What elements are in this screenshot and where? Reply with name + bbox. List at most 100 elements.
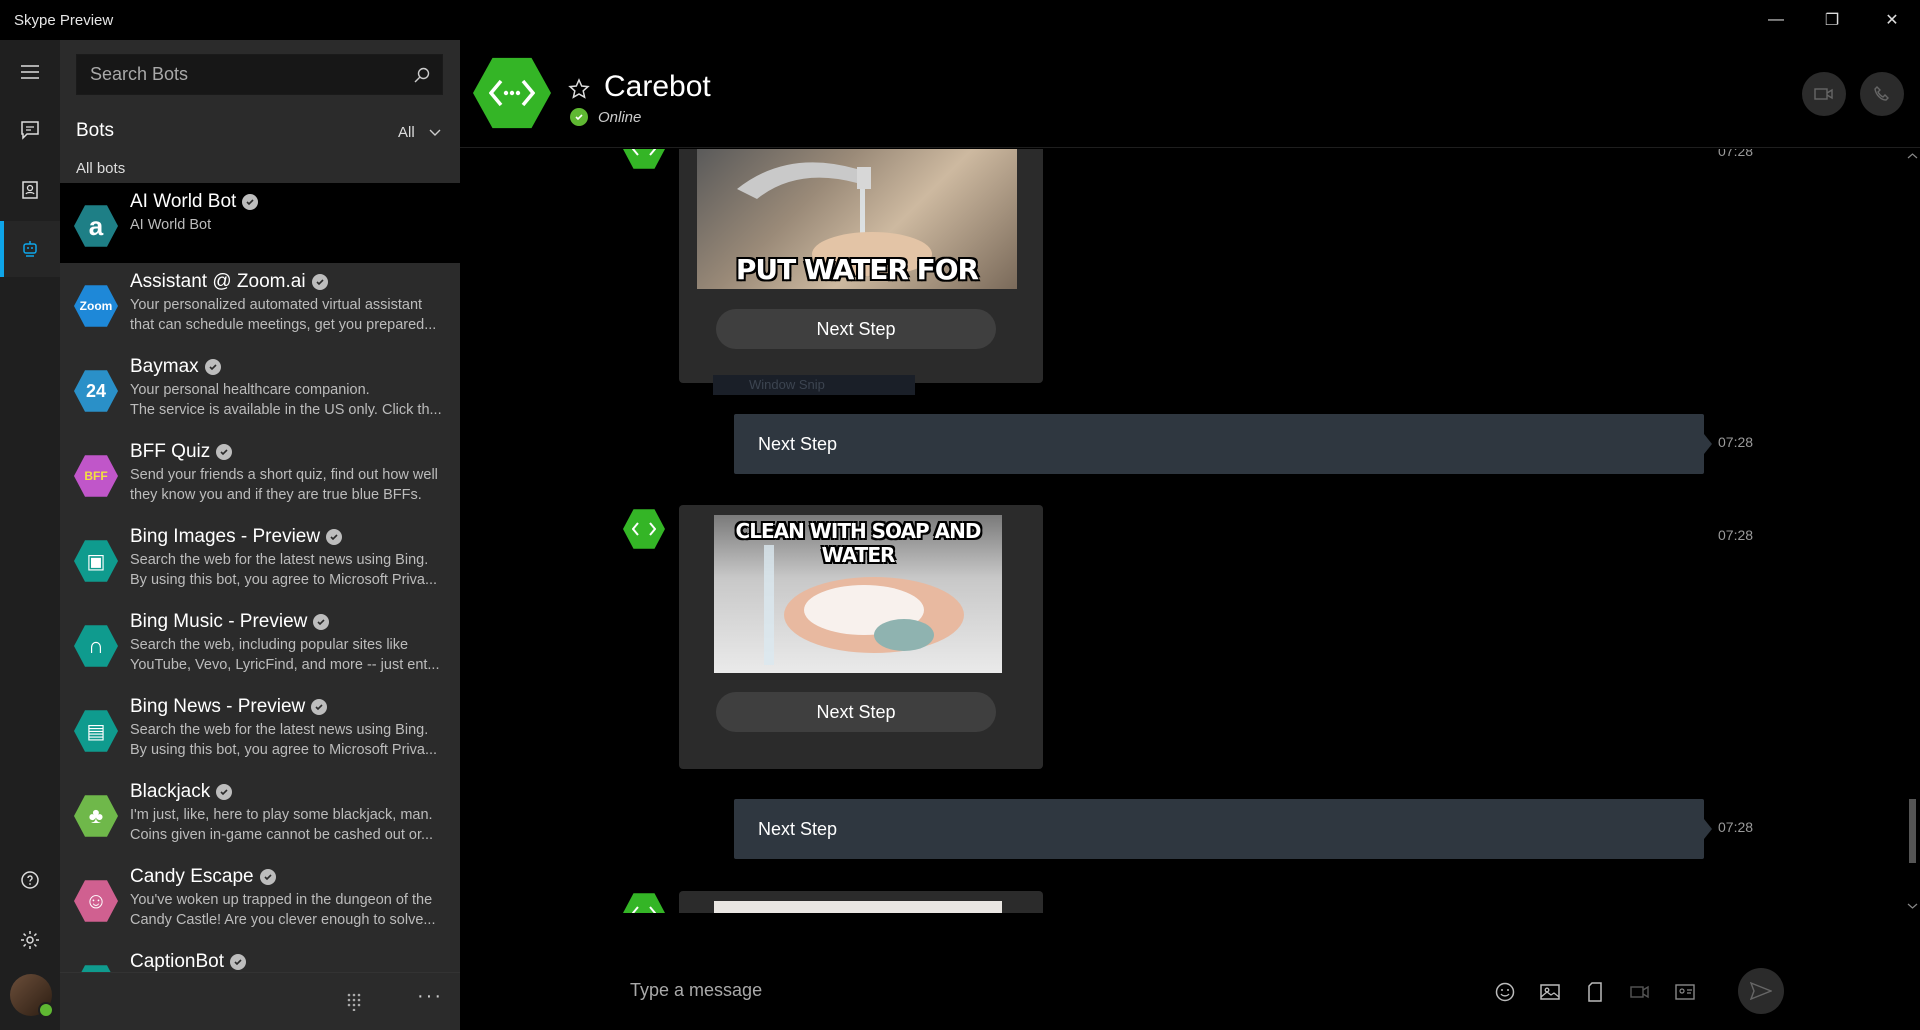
emoji-icon bbox=[1495, 982, 1515, 1002]
bot-avatar: BFF bbox=[74, 455, 118, 497]
minimize-button[interactable]: — bbox=[1748, 0, 1804, 40]
bot-message-avatar bbox=[623, 509, 665, 549]
compose-bar bbox=[460, 950, 1920, 1030]
code-brackets-icon bbox=[632, 906, 656, 913]
message-input[interactable] bbox=[630, 980, 1430, 1001]
bot-description-line: Send your friends a short quiz, find out… bbox=[130, 467, 438, 483]
bot-item-candy-escape[interactable]: ☺ Candy Escape You've woken up trapped i… bbox=[60, 858, 460, 943]
conversation-header: Carebot Online bbox=[460, 40, 1920, 148]
send-image-button[interactable] bbox=[1538, 980, 1562, 1004]
verified-icon bbox=[259, 869, 276, 885]
restore-button[interactable]: ❐ bbox=[1804, 0, 1860, 40]
bot-name-text: Baymax bbox=[130, 356, 199, 377]
filter-label: All bbox=[398, 124, 415, 141]
next-step-button[interactable]: Next Step bbox=[716, 692, 996, 732]
menu-button[interactable] bbox=[0, 44, 60, 100]
verified-icon bbox=[204, 359, 221, 375]
search-input[interactable] bbox=[90, 64, 390, 85]
bot-name-text: Blackjack bbox=[130, 781, 211, 802]
sent-message[interactable]: Next Step bbox=[734, 799, 1712, 859]
scroll-thumb[interactable] bbox=[1909, 799, 1916, 863]
message-timestamp: 07:28 bbox=[1718, 434, 1754, 450]
bot-description: Search the web for the latest news using… bbox=[130, 550, 450, 590]
bot-name: Bing Music - Preview bbox=[130, 611, 330, 633]
bot-item-ai-world-bot[interactable]: a AI World Bot AI World Bot bbox=[60, 183, 460, 263]
send-file-button[interactable] bbox=[1583, 980, 1607, 1004]
send-icon bbox=[1750, 982, 1772, 1000]
bot-description: Send your friends a short quiz, find out… bbox=[130, 465, 450, 505]
carebot-avatar[interactable] bbox=[473, 57, 551, 129]
bot-item-baymax[interactable]: 24 Baymax Your personal healthcare compa… bbox=[60, 348, 460, 433]
bot-description: Your personal healthcare companion. The s… bbox=[130, 380, 450, 420]
scroll-down-icon[interactable] bbox=[1905, 901, 1920, 911]
card-image[interactable] bbox=[714, 901, 1002, 913]
card-caption: CLEAN WITH SOAP AND WATER bbox=[735, 519, 982, 567]
next-step-button[interactable]: Next Step bbox=[716, 309, 996, 349]
title-bar: Skype Preview — ❐ ✕ bbox=[0, 0, 1920, 40]
send-button[interactable] bbox=[1738, 968, 1784, 1014]
star-icon[interactable] bbox=[568, 78, 590, 100]
message-timestamp: 07:28 bbox=[1718, 149, 1754, 159]
bot-name: Bing News - Preview bbox=[130, 696, 328, 718]
my-status-indicator bbox=[38, 1002, 54, 1018]
close-button[interactable]: ✕ bbox=[1864, 0, 1920, 40]
more-options-button[interactable]: ··· bbox=[417, 985, 443, 1008]
bot-description-line: YouTube, Vevo, LyricFind, and more -- ju… bbox=[130, 657, 440, 673]
bot-name-text: CaptionBot bbox=[130, 951, 225, 972]
bot-item-bing-music[interactable]: ∩ Bing Music - Preview Search the web, i… bbox=[60, 603, 460, 688]
bot-item-bff-quiz[interactable]: BFF BFF Quiz Send your friends a short q… bbox=[60, 433, 460, 518]
help-button[interactable] bbox=[0, 852, 60, 908]
message-scrollbar[interactable] bbox=[1905, 149, 1920, 913]
bot-name-text: Bing Images - Preview bbox=[130, 526, 321, 547]
bot-description: Search the web, including popular sites … bbox=[130, 635, 450, 675]
image-icon bbox=[1540, 984, 1560, 1000]
bot-item-blackjack[interactable]: ♣ Blackjack I'm just, like, here to play… bbox=[60, 773, 460, 858]
bots-button[interactable] bbox=[0, 221, 60, 277]
bot-name-text: Assistant @ Zoom.ai bbox=[130, 271, 306, 292]
bot-avatar: ☺ bbox=[74, 880, 118, 922]
video-message-button[interactable] bbox=[1628, 980, 1652, 1004]
contact-card-icon bbox=[1675, 984, 1695, 1000]
verified-icon bbox=[326, 529, 343, 545]
contacts-icon bbox=[22, 181, 38, 199]
bot-avatar: 24 bbox=[74, 370, 118, 412]
bot-description-line: Coins given in-game cannot be cashed out… bbox=[130, 827, 434, 843]
audio-call-button[interactable] bbox=[1860, 72, 1904, 116]
recent-chats-button[interactable] bbox=[0, 102, 60, 158]
scroll-up-icon[interactable] bbox=[1905, 151, 1920, 161]
bot-name: Blackjack bbox=[130, 781, 233, 803]
card-image[interactable]: CLEAN WITH SOAP AND WATER bbox=[714, 515, 1002, 673]
bot-avatar: ▤ bbox=[74, 710, 118, 752]
settings-button[interactable] bbox=[0, 912, 60, 968]
send-contact-button[interactable] bbox=[1673, 980, 1697, 1004]
bot-name-text: Candy Escape bbox=[130, 866, 254, 887]
bot-description-line: they know you and if they are true blue … bbox=[130, 487, 422, 503]
bot-name-text: AI World Bot bbox=[130, 191, 237, 212]
panel-footer: ··· bbox=[60, 972, 460, 1030]
conversation-title: Carebot bbox=[604, 70, 711, 103]
bot-description-line: Search the web, including popular sites … bbox=[130, 637, 409, 653]
card-image[interactable]: PUT WATER FOR 5MIN bbox=[697, 149, 1017, 289]
emoji-button[interactable] bbox=[1493, 980, 1517, 1004]
bot-item-bing-images[interactable]: ▣ Bing Images - Preview Search the web f… bbox=[60, 518, 460, 603]
sent-message[interactable]: Next Step bbox=[734, 414, 1712, 474]
hero-card: CLEAN WITH SOAP AND WATER Next Step bbox=[679, 505, 1043, 769]
bot-avatar: ♣ bbox=[74, 795, 118, 837]
bot-description: Search the web for the latest news using… bbox=[130, 720, 450, 760]
bot-item-assistant-zoom[interactable]: Zoom Assistant @ Zoom.ai Your personaliz… bbox=[60, 263, 460, 348]
video-call-button[interactable] bbox=[1802, 72, 1846, 116]
search-box[interactable] bbox=[76, 54, 443, 95]
phone-icon bbox=[1874, 86, 1889, 101]
bots-filter-dropdown[interactable]: All bbox=[398, 124, 441, 141]
presence-status: Online bbox=[570, 108, 641, 126]
verified-icon bbox=[311, 699, 328, 715]
app-title: Skype Preview bbox=[14, 12, 114, 29]
bot-description-line: You've woken up trapped in the dungeon o… bbox=[130, 892, 433, 908]
search-icon[interactable] bbox=[412, 65, 432, 85]
bot-item-bing-news[interactable]: ▤ Bing News - Preview Search the web for… bbox=[60, 688, 460, 773]
bot-description: Your personalized automated virtual assi… bbox=[130, 295, 450, 335]
contacts-button[interactable] bbox=[0, 162, 60, 218]
bot-message-avatar bbox=[623, 149, 665, 169]
dialpad-icon[interactable] bbox=[347, 993, 361, 1011]
bot-name: AI World Bot bbox=[130, 191, 259, 213]
